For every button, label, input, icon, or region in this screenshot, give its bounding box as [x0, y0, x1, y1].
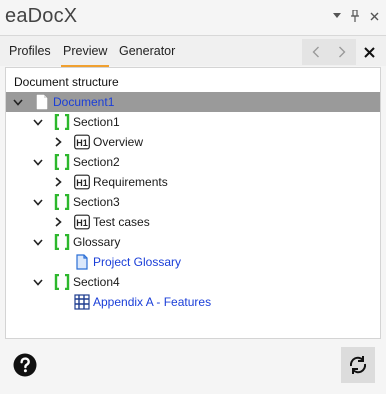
close-preview-button[interactable] — [358, 41, 380, 63]
chevron-right-icon — [339, 46, 346, 58]
chevron-down-icon[interactable] — [32, 155, 44, 169]
chevron-down-icon[interactable] — [32, 195, 44, 209]
help-icon — [13, 353, 37, 377]
document-structure-panel: Document structure Document1 Section1 H1… — [5, 67, 381, 339]
tree-item-section4[interactable]: Section4 — [6, 272, 380, 292]
app-title: eaDocX — [5, 5, 78, 27]
chevron-right-icon[interactable] — [52, 175, 64, 189]
glossary-document-icon — [76, 254, 88, 270]
tab-preview[interactable]: Preview — [61, 36, 110, 67]
chevron-down-icon[interactable] — [32, 235, 44, 249]
tree-item-label: Section4 — [73, 275, 120, 289]
tab-profiles[interactable]: Profiles — [7, 36, 53, 67]
tab-bar: Profiles Preview Generator — [0, 35, 386, 67]
close-icon — [363, 46, 375, 58]
chevron-right-icon[interactable] — [52, 135, 64, 149]
section-icon — [54, 274, 70, 290]
tree-item-label: Glossary — [73, 235, 121, 249]
chevron-down-icon[interactable] — [32, 275, 44, 289]
tree-item-section1[interactable]: Section1 — [6, 112, 380, 132]
heading1-icon: H1 — [74, 134, 90, 150]
tree-item-glossary[interactable]: Glossary — [6, 232, 380, 252]
tree-item-label[interactable]: Appendix A - Features — [93, 295, 211, 309]
tree-item-project-glossary[interactable]: Project Glossary — [6, 252, 380, 272]
chevron-down-icon[interactable] — [12, 95, 24, 109]
refresh-button[interactable] — [341, 347, 375, 383]
chevron-right-icon[interactable] — [52, 215, 64, 229]
tree-item-label: Section3 — [73, 195, 120, 209]
tree-item-label: Section1 — [73, 115, 120, 129]
tree-item-label: Overview — [93, 135, 144, 149]
chevron-left-icon — [312, 46, 319, 58]
heading1-icon-text: H1 — [76, 138, 88, 148]
pin-icon[interactable] — [348, 9, 362, 23]
tree-item-appendix-a[interactable]: Appendix A - Features — [6, 292, 380, 312]
heading1-icon-text: H1 — [76, 178, 88, 188]
help-button[interactable] — [13, 353, 37, 377]
tree-item-label: Requirements — [93, 175, 168, 189]
tree-item-label[interactable]: Document1 — [53, 95, 114, 109]
table-icon — [74, 294, 90, 310]
tree-item-test-cases[interactable]: H1 Test cases — [6, 212, 380, 232]
forward-button[interactable] — [328, 39, 356, 65]
tree-item-section2[interactable]: Section2 — [6, 152, 380, 172]
tree-item-requirements[interactable]: H1 Requirements — [6, 172, 380, 192]
chevron-down-icon[interactable] — [32, 115, 44, 129]
section-icon — [54, 154, 70, 170]
back-button[interactable] — [302, 39, 330, 65]
tree-item-overview[interactable]: H1 Overview — [6, 132, 380, 152]
tree-item-document1[interactable]: Document1 — [6, 92, 380, 112]
close-icon[interactable] — [367, 9, 381, 23]
heading1-icon-text: H1 — [76, 218, 88, 228]
section-icon — [54, 234, 70, 250]
chevron-down-icon[interactable] — [330, 9, 344, 23]
tree-item-label: Section2 — [73, 155, 120, 169]
section-icon — [54, 194, 70, 210]
heading1-icon: H1 — [74, 174, 90, 190]
heading1-icon: H1 — [74, 214, 90, 230]
document-icon — [36, 94, 48, 110]
tree-item-label: Test cases — [93, 215, 150, 229]
tree-item-label[interactable]: Project Glossary — [93, 255, 181, 269]
tab-generator[interactable]: Generator — [117, 36, 177, 67]
refresh-icon — [349, 356, 367, 374]
tree-item-section3[interactable]: Section3 — [6, 192, 380, 212]
section-icon — [54, 114, 70, 130]
panel-label: Document structure — [14, 75, 119, 89]
title-bar: eaDocX — [0, 0, 386, 34]
